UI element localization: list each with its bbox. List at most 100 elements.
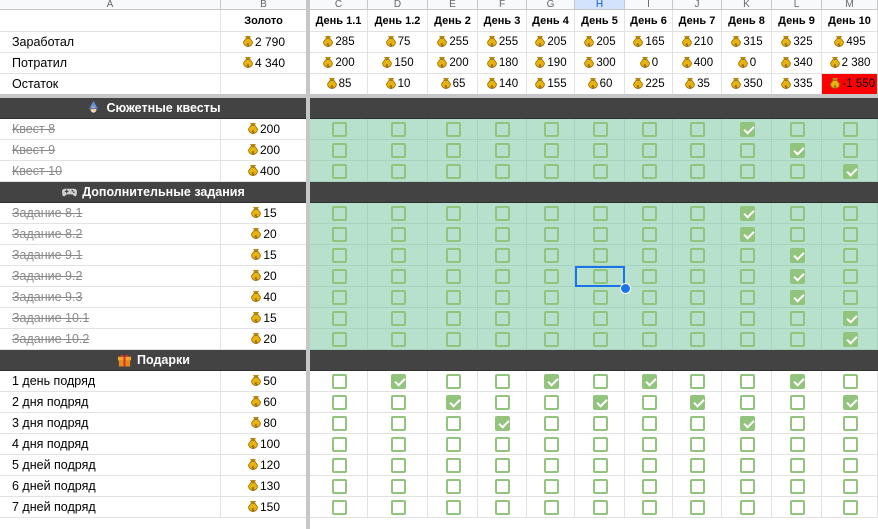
day-cell[interactable] xyxy=(478,434,527,455)
frozen-column-divider[interactable] xyxy=(306,0,310,529)
checkbox-unchecked[interactable] xyxy=(446,416,461,431)
day-cell[interactable] xyxy=(368,371,428,392)
day-cell[interactable] xyxy=(527,245,575,266)
checkbox-unchecked[interactable] xyxy=(740,332,755,347)
task-label[interactable]: Задание 8.1 xyxy=(0,203,221,224)
day-cell[interactable] xyxy=(575,413,625,434)
day-cell[interactable] xyxy=(527,455,575,476)
checkbox-unchecked[interactable] xyxy=(495,332,510,347)
day-cell[interactable] xyxy=(368,161,428,182)
checkbox-unchecked[interactable] xyxy=(642,479,657,494)
day-cell[interactable] xyxy=(673,413,722,434)
task-gold[interactable]: $15 xyxy=(221,308,307,329)
summary-day-value[interactable]: $335 xyxy=(772,74,822,95)
header-empty[interactable] xyxy=(0,10,221,32)
checkbox-unchecked[interactable] xyxy=(544,395,559,410)
day-cell[interactable] xyxy=(527,140,575,161)
day-cell[interactable] xyxy=(772,476,822,497)
checkbox-unchecked[interactable] xyxy=(690,332,705,347)
task-gold[interactable]: $120 xyxy=(221,455,307,476)
checkbox-checked[interactable] xyxy=(790,143,805,158)
day-cell[interactable] xyxy=(478,266,527,287)
day-header[interactable]: День 4 xyxy=(527,10,575,32)
checkbox-unchecked[interactable] xyxy=(332,458,347,473)
gold-column-header[interactable]: Золото xyxy=(221,10,307,32)
day-cell[interactable] xyxy=(478,140,527,161)
day-cell[interactable] xyxy=(310,308,368,329)
day-cell[interactable] xyxy=(625,476,673,497)
day-cell[interactable] xyxy=(772,434,822,455)
summary-day-value[interactable]: $340 xyxy=(772,53,822,74)
checkbox-unchecked[interactable] xyxy=(690,479,705,494)
checkbox-unchecked[interactable] xyxy=(843,269,858,284)
section-header[interactable]: Сюжетные квесты xyxy=(0,98,307,119)
checkbox-unchecked[interactable] xyxy=(593,227,608,242)
checkbox-unchecked[interactable] xyxy=(391,395,406,410)
checkbox-unchecked[interactable] xyxy=(642,332,657,347)
checkbox-unchecked[interactable] xyxy=(642,248,657,263)
day-cell[interactable] xyxy=(428,308,478,329)
summary-day-value[interactable]: $75 xyxy=(368,32,428,53)
summary-day-value[interactable]: $180 xyxy=(478,53,527,74)
checkbox-unchecked[interactable] xyxy=(690,311,705,326)
summary-day-value[interactable]: $190 xyxy=(527,53,575,74)
task-gold[interactable]: $100 xyxy=(221,434,307,455)
day-cell[interactable] xyxy=(575,434,625,455)
day-cell[interactable] xyxy=(772,497,822,518)
checkbox-unchecked[interactable] xyxy=(495,122,510,137)
day-cell[interactable] xyxy=(575,497,625,518)
day-cell[interactable] xyxy=(722,266,772,287)
checkbox-unchecked[interactable] xyxy=(843,437,858,452)
task-label[interactable]: Задание 10.1 xyxy=(0,308,221,329)
day-header[interactable]: День 2 xyxy=(428,10,478,32)
checkbox-checked[interactable] xyxy=(740,416,755,431)
task-gold[interactable]: $200 xyxy=(221,140,307,161)
checkbox-unchecked[interactable] xyxy=(391,311,406,326)
day-cell[interactable] xyxy=(673,287,722,308)
day-cell[interactable] xyxy=(673,329,722,350)
summary-day-value[interactable]: $165 xyxy=(625,32,673,53)
checkbox-checked[interactable] xyxy=(790,374,805,389)
day-cell[interactable] xyxy=(625,455,673,476)
task-label[interactable]: 6 дней подряд xyxy=(0,476,221,497)
checkbox-unchecked[interactable] xyxy=(495,500,510,515)
checkbox-checked[interactable] xyxy=(593,395,608,410)
day-cell[interactable] xyxy=(625,203,673,224)
checkbox-unchecked[interactable] xyxy=(544,227,559,242)
checkbox-unchecked[interactable] xyxy=(740,500,755,515)
day-cell[interactable] xyxy=(772,224,822,245)
section-header[interactable]: Подарки xyxy=(0,350,307,371)
summary-day-value[interactable]: $140 xyxy=(478,74,527,95)
day-cell[interactable] xyxy=(428,203,478,224)
summary-day-value[interactable]: $85 xyxy=(310,74,368,95)
checkbox-checked[interactable] xyxy=(843,164,858,179)
task-label[interactable]: 3 дня подряд xyxy=(0,413,221,434)
day-cell[interactable] xyxy=(673,371,722,392)
task-gold[interactable]: $50 xyxy=(221,371,307,392)
checkbox-unchecked[interactable] xyxy=(593,206,608,221)
day-cell[interactable] xyxy=(478,245,527,266)
checkbox-unchecked[interactable] xyxy=(690,143,705,158)
day-cell[interactable] xyxy=(673,140,722,161)
summary-day-value[interactable]: $2 380 xyxy=(822,53,878,74)
checkbox-unchecked[interactable] xyxy=(593,500,608,515)
checkbox-unchecked[interactable] xyxy=(332,479,347,494)
day-cell[interactable] xyxy=(310,455,368,476)
summary-day-value[interactable]: $65 xyxy=(428,74,478,95)
day-cell[interactable] xyxy=(368,119,428,140)
day-cell[interactable] xyxy=(722,434,772,455)
checkbox-unchecked[interactable] xyxy=(391,290,406,305)
checkbox-unchecked[interactable] xyxy=(332,416,347,431)
column-header-l[interactable]: L xyxy=(772,0,822,10)
day-cell[interactable] xyxy=(772,455,822,476)
checkbox-unchecked[interactable] xyxy=(642,122,657,137)
checkbox-unchecked[interactable] xyxy=(642,395,657,410)
day-cell[interactable] xyxy=(368,245,428,266)
checkbox-unchecked[interactable] xyxy=(495,395,510,410)
day-cell[interactable] xyxy=(822,392,878,413)
summary-day-value[interactable]: $400 xyxy=(673,53,722,74)
checkbox-unchecked[interactable] xyxy=(332,437,347,452)
day-cell[interactable] xyxy=(428,371,478,392)
day-cell[interactable] xyxy=(722,287,772,308)
day-cell[interactable] xyxy=(527,371,575,392)
